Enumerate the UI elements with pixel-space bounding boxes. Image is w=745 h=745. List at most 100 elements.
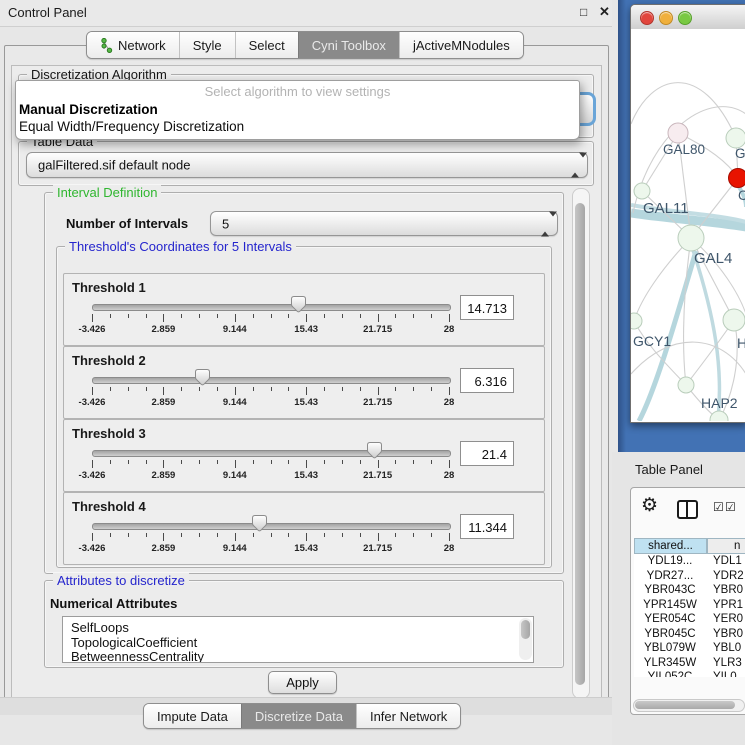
tab-impute-data[interactable]: Impute Data <box>144 704 241 728</box>
slider-thumb[interactable] <box>291 296 306 313</box>
cell-shared-name: YER054C <box>634 612 706 627</box>
numerical-attributes-label: Numerical Attributes <box>50 596 177 611</box>
threshold-label: Threshold 2 <box>72 353 146 368</box>
network-canvas[interactable]: GAL80 G C GAL11 GAL4 GCY1 H HAP2 <box>631 29 745 421</box>
table-row[interactable]: YDR27... YDR2 <box>634 569 745 584</box>
tab-label: Impute Data <box>157 709 228 724</box>
menu-item-equal-width-frequency[interactable]: Equal Width/Frequency Discretization <box>19 119 244 134</box>
table-row[interactable]: YPR145W YPR1 <box>634 598 745 613</box>
slider-ticks <box>92 387 449 396</box>
slider-tick-labels: -3.4262.8599.14415.4321.71528 <box>92 470 449 482</box>
slider-thumb[interactable] <box>252 515 267 532</box>
float-window-icon[interactable]: □ <box>580 5 587 19</box>
node-label-gcy1: GCY1 <box>633 333 671 349</box>
table-header-row: shared... n <box>634 538 745 554</box>
slider-tick-labels: -3.4262.8599.14415.4321.71528 <box>92 324 449 336</box>
node-label-gal4: GAL4 <box>694 250 732 267</box>
table-row[interactable]: YBR043CYBR0 <box>634 583 745 598</box>
menu-item-manual-discretization[interactable]: Manual Discretization <box>19 102 158 117</box>
window-close-icon[interactable] <box>640 11 654 25</box>
cell-shared-name: YDR27... <box>634 569 706 584</box>
tab-label: Select <box>249 38 285 53</box>
cell-name: YPR1 <box>713 598 743 613</box>
table-row[interactable]: YBR045CYBR0 <box>634 627 745 642</box>
algorithm-dropdown-popup: Select algorithm to view settings Manual… <box>15 80 580 140</box>
gear-icon[interactable]: ⚙ <box>641 496 658 515</box>
table-row[interactable]: YDL19...YDL1 <box>634 554 745 569</box>
threshold-panel-4: Threshold 4-3.4262.8599.14415.4321.71528… <box>63 492 545 565</box>
close-icon[interactable]: ✕ <box>599 4 610 20</box>
table-row[interactable]: YLR345WYLR3 <box>634 656 745 671</box>
slider-track[interactable] <box>92 450 451 457</box>
cell-shared-name: YPR145W <box>634 598 706 613</box>
node-gal4[interactable] <box>678 225 704 251</box>
content-scrollbar[interactable] <box>572 188 590 699</box>
attribute-list-item[interactable]: SelfLoops <box>71 620 129 635</box>
node-partial-top[interactable] <box>726 128 745 148</box>
threshold-panel-3: Threshold 3-3.4262.8599.14415.4321.71528… <box>63 419 545 492</box>
attribute-list-item[interactable]: TopologicalCoefficient <box>71 635 197 650</box>
attributes-scrollbar[interactable] <box>519 618 532 660</box>
node-partial-h[interactable] <box>723 309 745 331</box>
threshold-label: Threshold 1 <box>72 280 146 295</box>
table-panel: ⚙ ☑ ☑ shared... n YDL19...YDL1YDR27...YD… <box>630 487 745 715</box>
tab-discretize-data[interactable]: Discretize Data <box>241 704 356 728</box>
slider-thumb[interactable] <box>195 369 210 386</box>
network-graph: GAL80 G C GAL11 GAL4 GCY1 H HAP2 <box>631 29 745 421</box>
edge <box>691 244 720 420</box>
cell-name: YDR2 <box>713 569 744 584</box>
table-row[interactable]: YBL079WYBL0 <box>634 641 745 656</box>
table-row[interactable]: YER054CYER0 <box>634 612 745 627</box>
column-header-name[interactable]: n <box>707 538 745 554</box>
apply-button[interactable]: Apply <box>268 671 337 694</box>
node-label-hap2: HAP2 <box>701 395 738 411</box>
node-label-gal11: GAL11 <box>643 200 689 217</box>
tab-infer-network[interactable]: Infer Network <box>356 704 460 728</box>
node-red-selected[interactable] <box>729 169 745 188</box>
table-data-value: galFiltered.sif default node <box>38 158 190 173</box>
thresholds-group-title: Threshold's Coordinates for 5 Intervals <box>65 239 296 254</box>
tab-cyni-toolbox[interactable]: Cyni Toolbox <box>298 32 399 58</box>
slider-track[interactable] <box>92 377 451 384</box>
window-minimize-icon[interactable] <box>659 11 673 25</box>
number-of-intervals-combobox[interactable]: 5 <box>210 211 558 236</box>
table-hscrollbar[interactable] <box>633 699 745 712</box>
node-gal80[interactable] <box>668 123 688 143</box>
slider-track[interactable] <box>92 523 451 530</box>
node-hap2[interactable] <box>678 377 694 393</box>
table-panel-region: Table Panel ⚙ ☑ ☑ shared... n YDL19...YD… <box>612 452 745 745</box>
interval-definition-title: Interval Definition <box>53 185 161 200</box>
tab-style[interactable]: Style <box>179 32 235 58</box>
slider-thumb[interactable] <box>367 442 382 459</box>
combo-arrows-icon <box>541 216 549 231</box>
table-panel-title: Table Panel <box>635 462 703 477</box>
threshold-value-field[interactable]: 11.344 <box>460 514 514 539</box>
table-data-combobox[interactable]: galFiltered.sif default node <box>26 152 588 178</box>
threshold-value-field[interactable]: 6.316 <box>460 368 514 393</box>
cell-name: YBR0 <box>713 583 743 598</box>
columns-icon[interactable] <box>677 500 698 519</box>
threshold-panel-2: Threshold 2-3.4262.8599.14415.4321.71528… <box>63 346 545 419</box>
node-gal11[interactable] <box>634 183 650 199</box>
tab-select[interactable]: Select <box>235 32 298 58</box>
control-panel-titlebar: Control Panel □ ✕ <box>0 0 612 27</box>
node-gcy1[interactable] <box>631 313 642 329</box>
table-row[interactable]: YIL052CYIL0 <box>634 670 745 677</box>
numerical-attributes-list[interactable]: SelfLoopsTopologicalCoefficientBetweenne… <box>62 616 534 663</box>
tab-label: Network <box>118 38 166 53</box>
slider-track[interactable] <box>92 304 451 311</box>
column-header-shared-name[interactable]: shared... <box>634 538 707 554</box>
checkbox-icon[interactable]: ☑ <box>713 500 724 514</box>
attribute-list-item[interactable]: BetweennessCentrality <box>71 649 204 663</box>
checkbox-icon[interactable]: ☑ <box>725 500 736 514</box>
window-zoom-icon[interactable] <box>678 11 692 25</box>
table-hscrollbar-thumb[interactable] <box>635 701 735 709</box>
tab-jactivemnodules[interactable]: jActiveMNodules <box>399 32 523 58</box>
threshold-value-field[interactable]: 14.713 <box>460 295 514 320</box>
tab-network[interactable]: Network <box>87 32 179 58</box>
attributes-scrollbar-thumb[interactable] <box>521 620 530 639</box>
threshold-value-field[interactable]: 21.4 <box>460 441 514 466</box>
network-window-titlebar[interactable] <box>631 5 745 30</box>
node-bottom[interactable] <box>710 411 728 421</box>
content-scrollbar-thumb[interactable] <box>575 203 585 685</box>
